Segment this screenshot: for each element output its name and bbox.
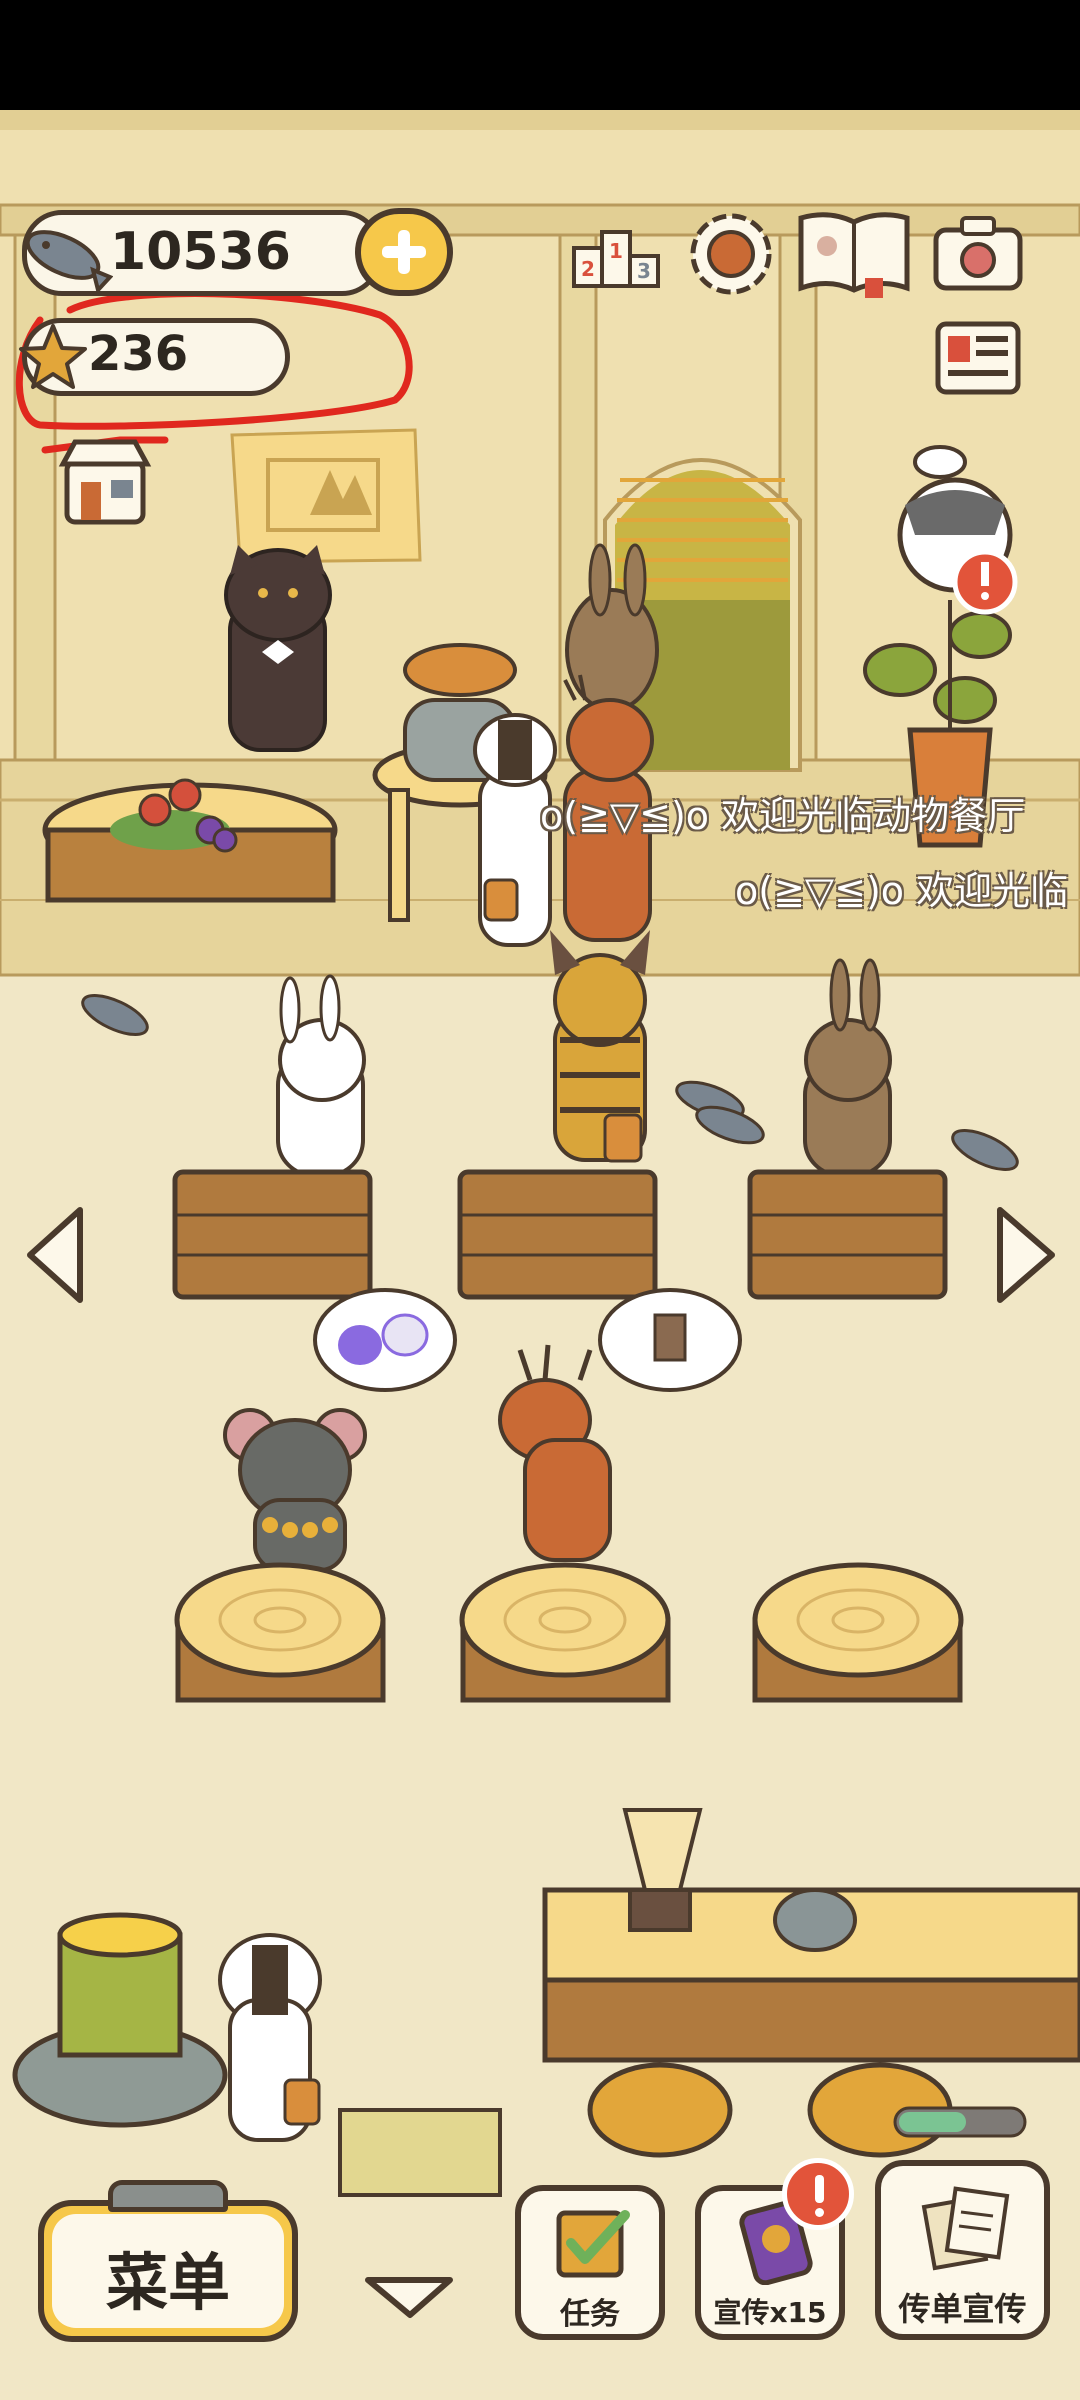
fruit-table: [42, 778, 338, 903]
flyer-button[interactable]: 传单宣传: [875, 2160, 1050, 2340]
progress-bar: [893, 2106, 1027, 2138]
plus-icon: [382, 230, 426, 274]
newspaper-button[interactable]: [932, 318, 1024, 400]
order-bubble-dessert: [313, 1288, 457, 1392]
black-cat-waiter[interactable]: [224, 545, 332, 752]
star-count: 236: [88, 326, 189, 382]
menu-clip: [108, 2180, 228, 2212]
album-book-icon: [798, 212, 910, 298]
settings-button[interactable]: [685, 208, 777, 300]
promo-label: 宣传x15: [713, 2296, 827, 2329]
star-icon: [19, 324, 87, 389]
stump-seats: [174, 1562, 964, 1703]
album-button[interactable]: [795, 208, 913, 300]
tree-poster: [230, 428, 422, 564]
camera-icon: [933, 216, 1023, 291]
wood-tables: [172, 1169, 948, 1300]
game-screen: 10536 236 2 1 3 o(≧▽≦)o 欢迎光临动物餐厅 o(≧▽≦)o…: [0, 0, 1080, 2400]
flyer-icon: [921, 2186, 1010, 2271]
menu-button[interactable]: 菜单: [38, 2200, 298, 2342]
striped-hyena[interactable]: [550, 930, 650, 1163]
wall-post: [13, 233, 57, 762]
welcome-banner-1: o(≧▽≦)o 欢迎光临动物餐厅: [540, 794, 1026, 838]
ranking-button[interactable]: 2 1 3: [570, 218, 662, 290]
promo-alert-icon[interactable]: [782, 2158, 854, 2230]
ranking-icon: 2 1 3: [572, 230, 660, 288]
svg-text:3: 3: [637, 259, 651, 283]
newspaper-icon: [935, 321, 1021, 395]
shop-icon: [58, 439, 152, 525]
flyer-label: 传单宣传: [898, 2290, 1027, 2328]
shop-button[interactable]: [55, 432, 155, 532]
task-label: 任务: [560, 2297, 620, 2332]
fish-icon: [25, 230, 113, 295]
settings-gear-icon: [690, 213, 772, 295]
alert-icon[interactable]: [952, 549, 1018, 615]
order-bubble-drink: [598, 1288, 742, 1392]
floor-mat: [338, 2108, 502, 2197]
camera-button[interactable]: [932, 212, 1024, 294]
badger-waiter[interactable]: [218, 1933, 322, 2142]
menu-label: 菜单: [105, 2246, 230, 2319]
task-button[interactable]: 任务: [515, 2185, 665, 2340]
status-bar: [0, 0, 1080, 110]
checklist-icon: [556, 2210, 630, 2278]
fish-count: 10536: [110, 222, 291, 282]
add-fish-button[interactable]: [355, 208, 453, 296]
svg-text:2: 2: [581, 257, 595, 281]
ceiling-top: [0, 110, 1080, 130]
welcome-banner-2: o(≧▽≦)o 欢迎光临: [735, 869, 1069, 913]
svg-text:1: 1: [609, 239, 623, 263]
